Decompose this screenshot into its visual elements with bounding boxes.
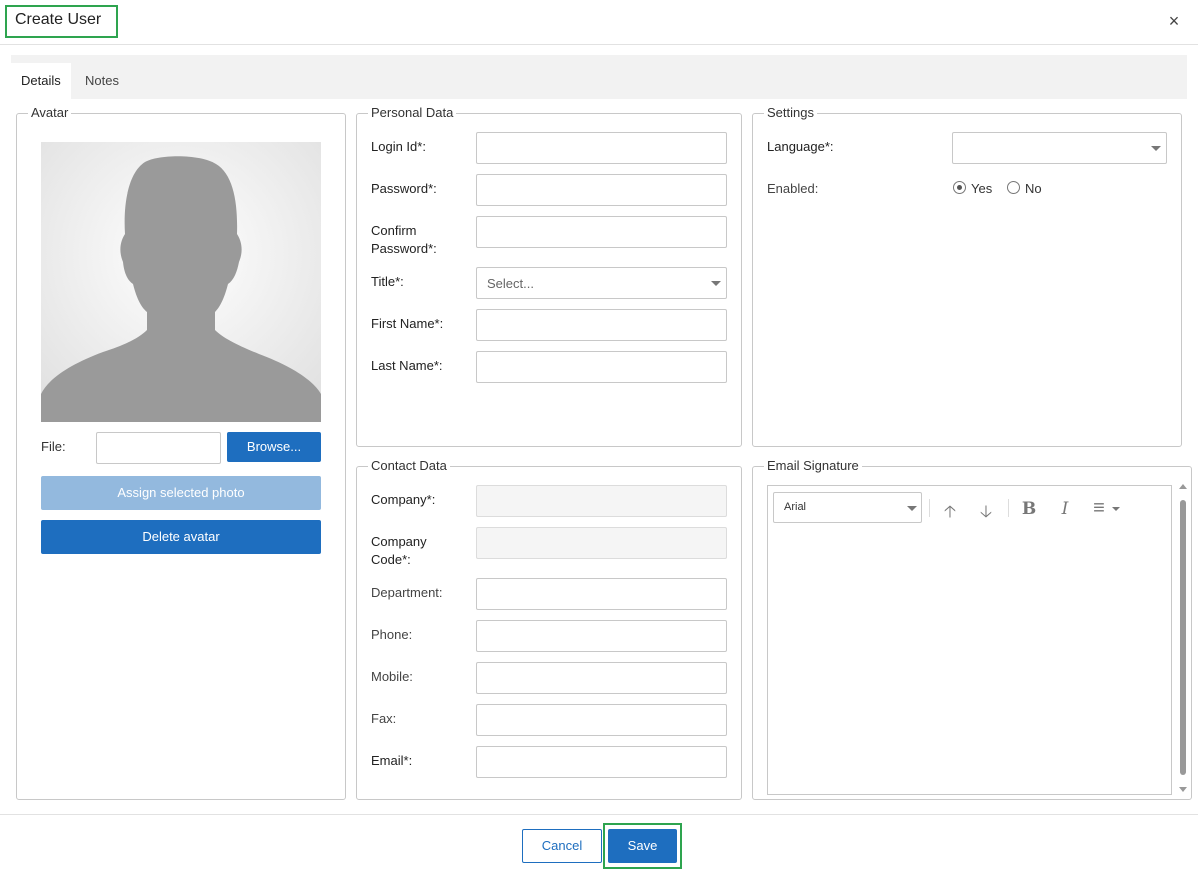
user-silhouette-icon xyxy=(41,156,321,422)
settings-legend: Settings xyxy=(764,105,817,120)
font-family-select[interactable]: Arial xyxy=(773,492,922,523)
language-select[interactable] xyxy=(952,132,1167,164)
tab-bar xyxy=(11,55,1187,99)
chevron-down-icon xyxy=(1151,146,1161,151)
avatar-legend: Avatar xyxy=(28,105,72,120)
enabled-no-radio[interactable] xyxy=(1007,181,1020,194)
confirm-password-input[interactable] xyxy=(476,216,727,248)
last-name-input[interactable] xyxy=(476,351,727,383)
password-input[interactable] xyxy=(476,174,727,206)
phone-input[interactable] xyxy=(476,620,727,652)
confirm-password-label: Confirm Password*: xyxy=(371,222,437,258)
fax-input[interactable] xyxy=(476,704,727,736)
fax-label: Fax: xyxy=(371,711,397,726)
email-signature-legend: Email Signature xyxy=(764,458,862,473)
file-input[interactable] xyxy=(96,432,221,464)
personal-data-legend: Personal Data xyxy=(368,105,457,120)
chevron-down-icon xyxy=(711,281,721,286)
department-input[interactable] xyxy=(476,578,727,610)
email-label: Email*: xyxy=(371,753,413,768)
confirm-password-label-line2: Password*: xyxy=(371,241,437,256)
avatar-image xyxy=(41,142,321,422)
phone-label: Phone: xyxy=(371,627,413,642)
enabled-no-label: No xyxy=(1025,181,1042,196)
first-name-label: First Name*: xyxy=(371,316,444,331)
dialog-title: Create User xyxy=(15,11,102,28)
login-id-label: Login Id*: xyxy=(371,139,426,154)
confirm-password-label-line1: Confirm xyxy=(371,223,417,238)
tab-details[interactable]: Details xyxy=(11,63,71,99)
company-input[interactable] xyxy=(476,485,727,517)
editor-scrollbar[interactable] xyxy=(1180,500,1186,775)
first-name-input[interactable] xyxy=(476,309,727,341)
mobile-label: Mobile: xyxy=(371,669,413,684)
browse-button[interactable]: Browse... xyxy=(227,432,321,462)
file-label: File: xyxy=(41,439,66,454)
signature-editor[interactable] xyxy=(767,485,1172,795)
contact-data-legend: Contact Data xyxy=(368,458,450,473)
company-code-input[interactable] xyxy=(476,527,727,559)
bold-icon[interactable]: B xyxy=(1020,499,1038,519)
mobile-input[interactable] xyxy=(476,662,727,694)
delete-avatar-button[interactable]: Delete avatar xyxy=(41,520,321,554)
company-code-label-line1: Company xyxy=(371,534,427,549)
assign-photo-button[interactable]: Assign selected photo xyxy=(41,476,321,510)
title-select[interactable]: Select... xyxy=(476,267,727,299)
tab-notes[interactable]: Notes xyxy=(75,63,129,99)
password-label: Password*: xyxy=(371,181,437,196)
language-label: Language*: xyxy=(767,139,834,154)
cancel-button[interactable]: Cancel xyxy=(522,829,602,863)
save-button[interactable]: Save xyxy=(608,829,677,863)
footer-divider xyxy=(0,814,1198,815)
close-icon[interactable]: × xyxy=(1165,11,1183,31)
toolbar-separator xyxy=(1008,499,1009,517)
enabled-yes-radio[interactable] xyxy=(953,181,966,194)
login-id-input[interactable] xyxy=(476,132,727,164)
toolbar-separator xyxy=(929,499,930,517)
email-input[interactable] xyxy=(476,746,727,778)
italic-icon[interactable]: I xyxy=(1056,499,1074,519)
arrow-up-icon[interactable]: 🡡 xyxy=(941,499,959,528)
arrow-down-icon[interactable]: 🡣 xyxy=(977,499,995,528)
company-label: Company*: xyxy=(371,492,436,507)
enabled-label: Enabled: xyxy=(767,181,819,196)
scroll-down-icon[interactable] xyxy=(1179,787,1187,792)
company-code-label: Company Code*: xyxy=(371,533,427,569)
font-family-value: Arial xyxy=(784,501,807,513)
title-select-value: Select... xyxy=(487,276,534,291)
department-label: Department: xyxy=(371,585,443,600)
title-label: Title*: xyxy=(371,274,404,289)
dialog-header xyxy=(0,0,1198,45)
align-dropdown-icon[interactable] xyxy=(1112,507,1120,511)
scroll-up-icon[interactable] xyxy=(1179,484,1187,489)
enabled-yes-label: Yes xyxy=(971,181,993,196)
chevron-down-icon xyxy=(907,506,917,511)
align-icon[interactable]: ≡ xyxy=(1090,497,1108,520)
company-code-label-line2: Code*: xyxy=(371,552,411,567)
last-name-label: Last Name*: xyxy=(371,358,443,373)
